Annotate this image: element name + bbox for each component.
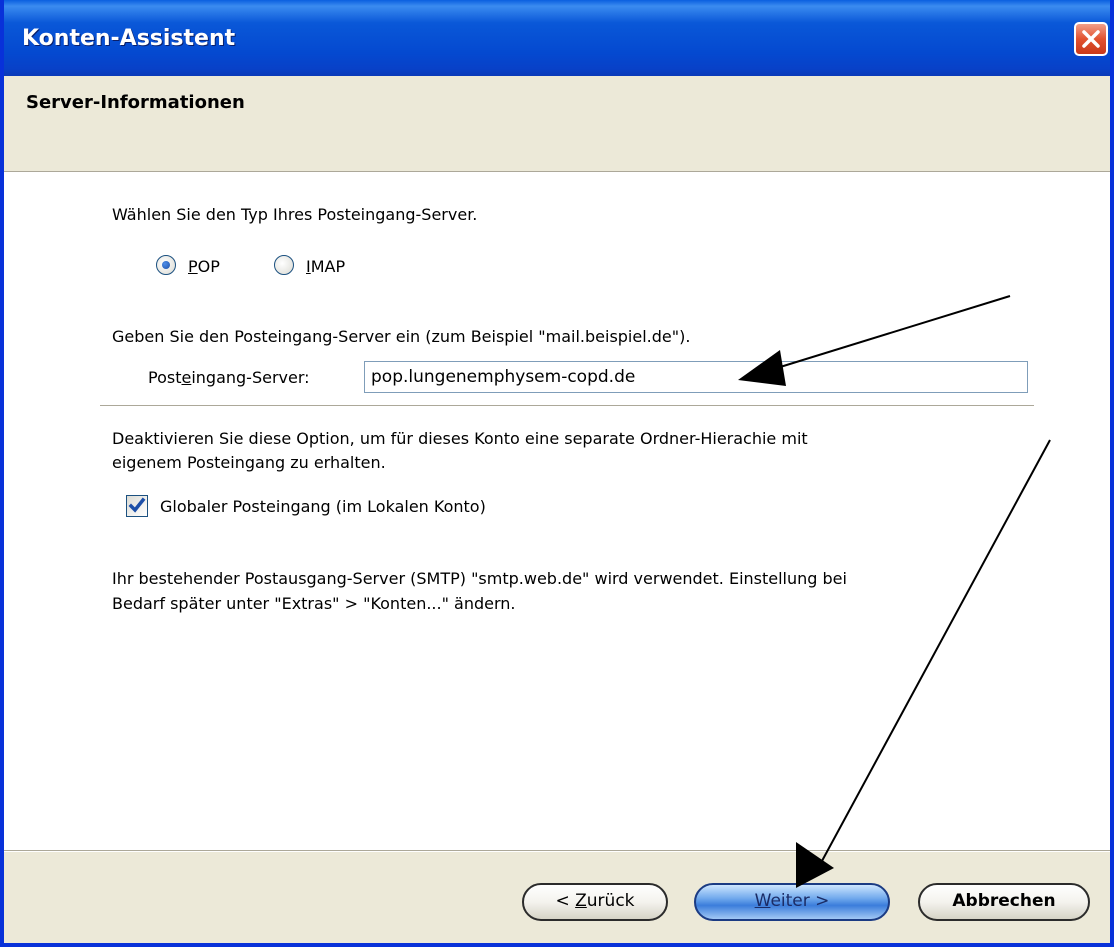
incoming-server-input[interactable] [364, 361, 1028, 393]
global-inbox-description-line2: eigenem Posteingang zu erhalten. [112, 453, 386, 472]
wizard-window: Konten-Assistent Server-Informationen Wä… [0, 0, 1114, 947]
pop-radio[interactable] [156, 255, 176, 275]
smtp-note-line1: Ihr bestehender Postausgang-Server (SMTP… [112, 569, 847, 588]
window-title: Konten-Assistent [22, 26, 236, 51]
close-icon[interactable] [1074, 22, 1108, 56]
back-button[interactable]: < Zurück [522, 883, 668, 921]
pop-radio-label[interactable]: POP [188, 257, 220, 276]
title-bar[interactable]: Konten-Assistent [4, 0, 1110, 76]
next-button[interactable]: Weiter > [694, 883, 890, 921]
incoming-server-prompt: Geben Sie den Posteingang-Server ein (zu… [112, 327, 691, 346]
smtp-note-line2: Bedarf später unter "Extras" > "Konten..… [112, 594, 516, 613]
section-divider [100, 405, 1034, 407]
wizard-body: Wählen Sie den Typ Ihres Posteingang-Ser… [4, 172, 1110, 850]
server-type-prompt: Wählen Sie den Typ Ihres Posteingang-Ser… [112, 205, 478, 224]
cancel-button[interactable]: Abbrechen [918, 883, 1090, 921]
page-title: Server-Informationen [26, 92, 245, 113]
imap-radio[interactable] [274, 255, 294, 275]
footer-divider [4, 850, 1110, 852]
imap-radio-label[interactable]: IMAP [306, 257, 345, 276]
global-inbox-description-line1: Deaktivieren Sie diese Option, um für di… [112, 429, 808, 448]
page-header: Server-Informationen [4, 76, 1110, 172]
global-inbox-checkbox-label[interactable]: Globaler Posteingang (im Lokalen Konto) [160, 497, 486, 516]
incoming-server-label: Posteingang-Server: [148, 368, 310, 387]
global-inbox-checkbox[interactable] [126, 495, 148, 517]
